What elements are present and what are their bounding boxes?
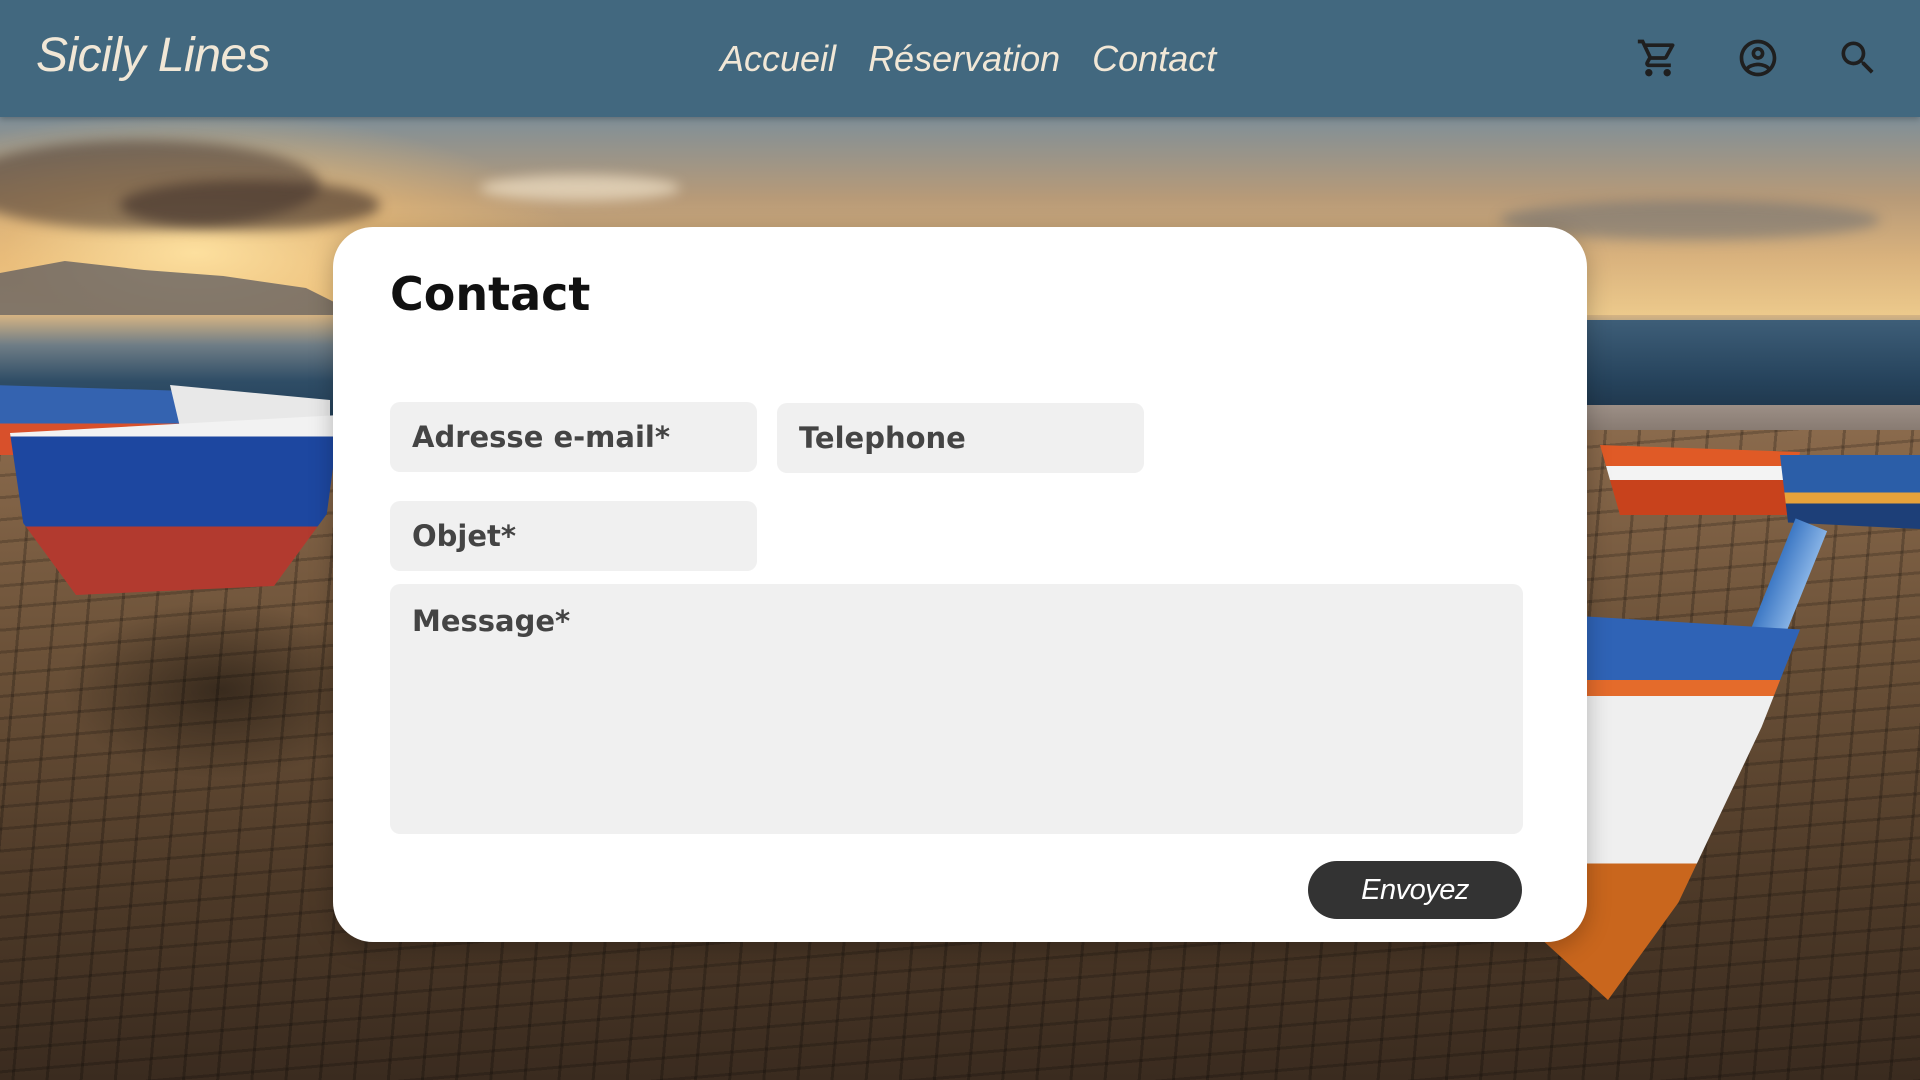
search-icon[interactable] [1836, 36, 1880, 80]
site-header: Sicily Lines Accueil Réservation Contact [0, 0, 1920, 117]
nav-item-contact[interactable]: Contact [1092, 38, 1216, 80]
cart-icon[interactable] [1636, 36, 1680, 80]
phone-field[interactable] [777, 403, 1144, 473]
message-field[interactable] [390, 584, 1523, 834]
boat [1780, 455, 1920, 530]
main-nav: Accueil Réservation Contact [720, 38, 1216, 80]
object-field[interactable] [390, 501, 757, 571]
boat [1600, 445, 1800, 515]
shadow [60, 600, 380, 780]
email-field[interactable] [390, 402, 757, 472]
nav-item-reservation[interactable]: Réservation [868, 38, 1060, 80]
site-logo[interactable]: Sicily Lines [36, 28, 271, 83]
cloud [480, 175, 680, 201]
header-icons [1636, 36, 1876, 80]
cloud [120, 180, 380, 230]
nav-item-accueil[interactable]: Accueil [720, 38, 836, 80]
contact-card: Contact Envoyez [333, 227, 1587, 942]
submit-button[interactable]: Envoyez [1308, 861, 1522, 919]
account-icon[interactable] [1736, 36, 1780, 80]
page-title: Contact [390, 267, 591, 321]
